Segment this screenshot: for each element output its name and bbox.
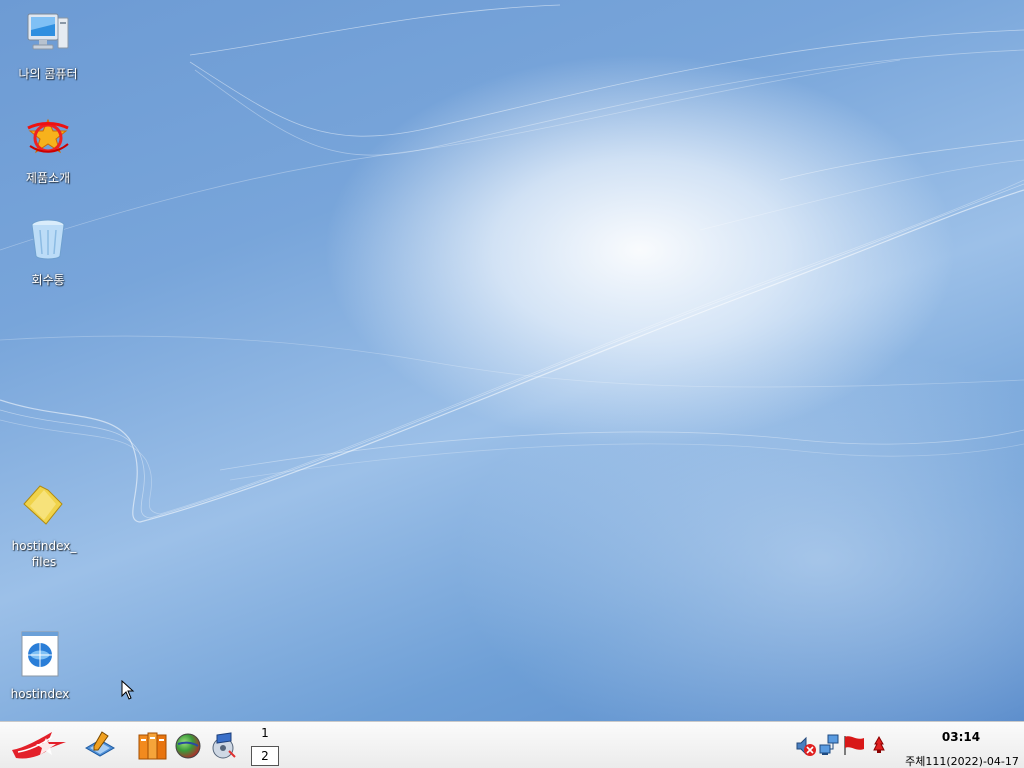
notification-icon [871,735,887,758]
desktop-icon-label: 나의 콤퓨터 [18,67,78,81]
red-flag-icon [842,736,866,760]
clock-date[interactable]: 주체111(2022)-04-17 [900,753,1024,768]
launcher-media-player[interactable] [209,731,237,765]
desktop-icon-my-computer[interactable]: 나의 콤퓨터 [6,10,90,82]
media-player-icon [209,732,237,765]
volume-muted-icon [795,736,817,761]
office-suite-icon [137,732,169,765]
mouse-cursor-icon [121,680,135,700]
text-editor-icon [84,731,116,764]
workspace-2-button[interactable]: 2 [251,746,279,766]
network-icon [818,734,840,761]
desktop-icon-label: 회수통 [31,273,65,287]
desktop-icon-label: 제품소개 [25,171,71,185]
web-browser-globe-icon [174,733,202,764]
tray-volume[interactable] [795,735,817,761]
desktop-icon-recycle-bin[interactable]: 회수통 [6,216,90,288]
tray-network[interactable] [818,733,840,761]
clock-time[interactable]: 03:14 [920,730,1002,744]
computer-icon [6,10,90,62]
folder-icon [2,482,86,534]
desktop-icon-hostindex-files[interactable]: hostindex_ files [2,482,86,570]
tray-language[interactable] [842,734,866,760]
product-intro-icon [6,114,90,166]
wallpaper-swirls [0,4,1024,523]
recycle-bin-icon [6,216,90,268]
tray-notification[interactable] [871,735,887,758]
red-star-start-icon [8,732,70,766]
workspace-1-button[interactable]: 1 [256,726,274,740]
desktop-icon-hostindex[interactable]: hostindex [0,630,82,702]
desktop[interactable]: 나의 콤퓨터 제품소개 회수통 hostindex_ files hostind… [0,0,1024,721]
launcher-office-suite[interactable] [137,731,169,765]
desktop-icon-label: hostindex_ files [11,539,77,569]
desktop-icon-label: hostindex [10,687,70,701]
launcher-text-editor[interactable] [84,730,116,764]
start-button[interactable] [8,728,70,766]
launcher-web-browser[interactable] [174,732,202,764]
taskbar: 1 2 03:14 주체111(2022)-04-17 [0,721,1024,768]
desktop-icon-product-intro[interactable]: 제품소개 [6,114,90,186]
html-document-icon [0,630,82,682]
